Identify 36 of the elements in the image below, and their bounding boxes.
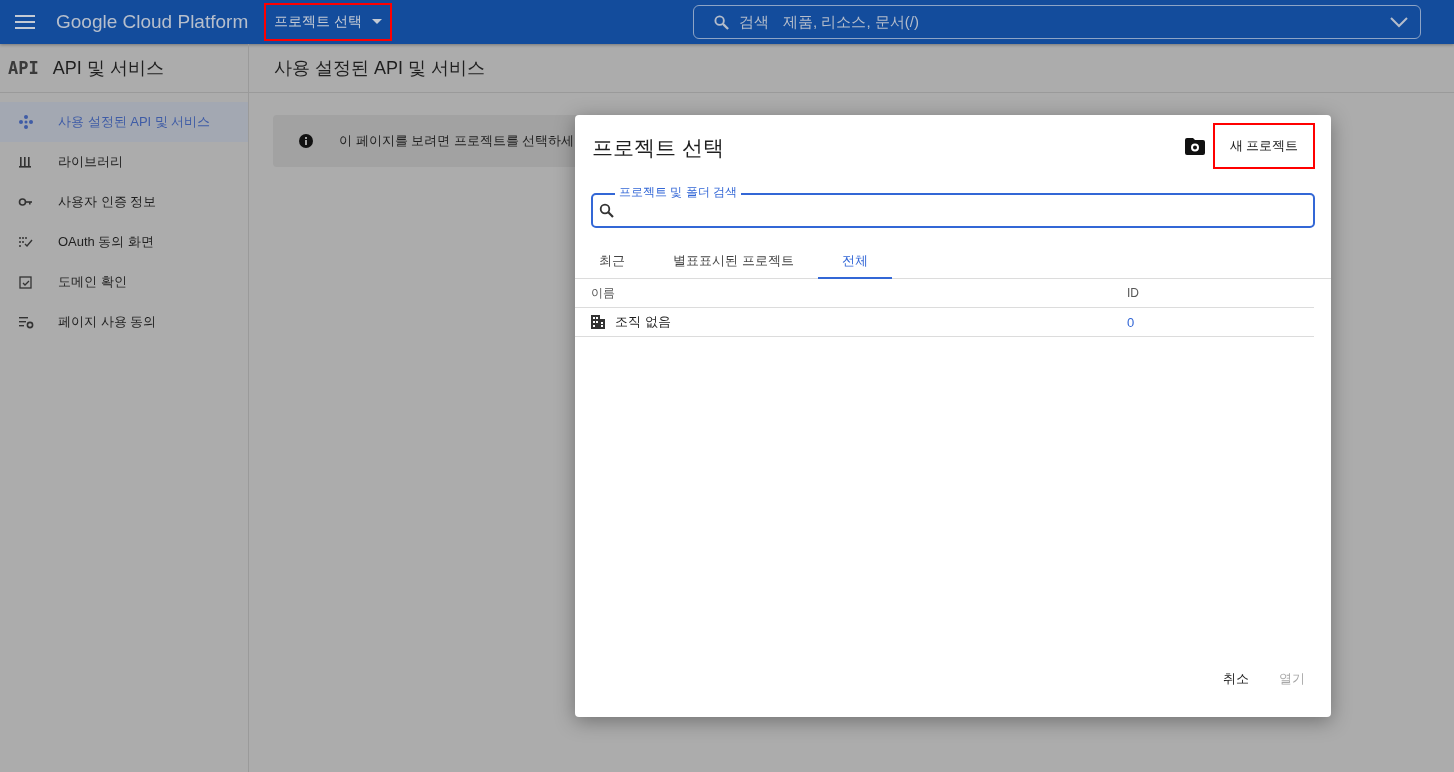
search-field[interactable]: 검색 제품, 리소스, 문서(/)	[693, 5, 1422, 39]
tab[interactable]: 최근	[575, 245, 649, 279]
checkbox-icon	[18, 274, 34, 290]
tab[interactable]: 전체	[817, 245, 892, 279]
dialog-button[interactable]: 취소	[1211, 661, 1261, 697]
table-cell[interactable]: 조직 없음	[615, 313, 671, 331]
sidebar-item[interactable]: 라이브러리	[0, 142, 248, 182]
page-title: 사용 설정된 API 및 서비스	[249, 44, 1454, 93]
project-picker[interactable]: 프로젝트 선택	[264, 3, 393, 41]
menu-icon[interactable]	[15, 15, 35, 29]
dialog-title: 프로젝트 선택	[592, 135, 725, 161]
library-icon	[18, 154, 34, 170]
new-project-button[interactable]: 새 프로젝트	[1213, 123, 1315, 169]
brand-name[interactable]: Google Cloud Platform	[56, 11, 249, 33]
folder-gear-icon[interactable]	[1185, 137, 1205, 155]
sidebar-item[interactable]: 페이지 사용 동의	[0, 302, 248, 342]
info-icon	[299, 134, 313, 148]
building-icon	[591, 315, 605, 329]
dotted-check-icon	[18, 234, 34, 250]
search-icon	[714, 14, 730, 30]
sidebar-item[interactable]: 사용자 인증 정보	[0, 182, 248, 222]
list-gear-icon	[18, 314, 34, 330]
diamond-dots-icon	[18, 114, 34, 130]
search-field[interactable]: 프로젝트 및 폴더 검색	[591, 183, 1315, 228]
api-logo: API	[8, 58, 39, 78]
section-title: API 및 서비스	[52, 57, 164, 80]
column-header: ID	[1126, 285, 1140, 302]
tab[interactable]: 별표표시된 프로젝트	[649, 245, 818, 279]
chevron-down-icon[interactable]	[1390, 16, 1409, 28]
banner-text: 이 페이지를 보려면 프로젝트를 선택하세	[339, 132, 575, 150]
search-icon	[599, 202, 615, 219]
column-header: 이름	[590, 284, 616, 302]
caret-icon	[372, 19, 383, 25]
table-cell-text: 0	[1126, 313, 1136, 332]
sidebar-item[interactable]: 도메인 확인	[0, 262, 248, 302]
sidebar-item[interactable]: OAuth 동의 화면	[0, 222, 248, 262]
